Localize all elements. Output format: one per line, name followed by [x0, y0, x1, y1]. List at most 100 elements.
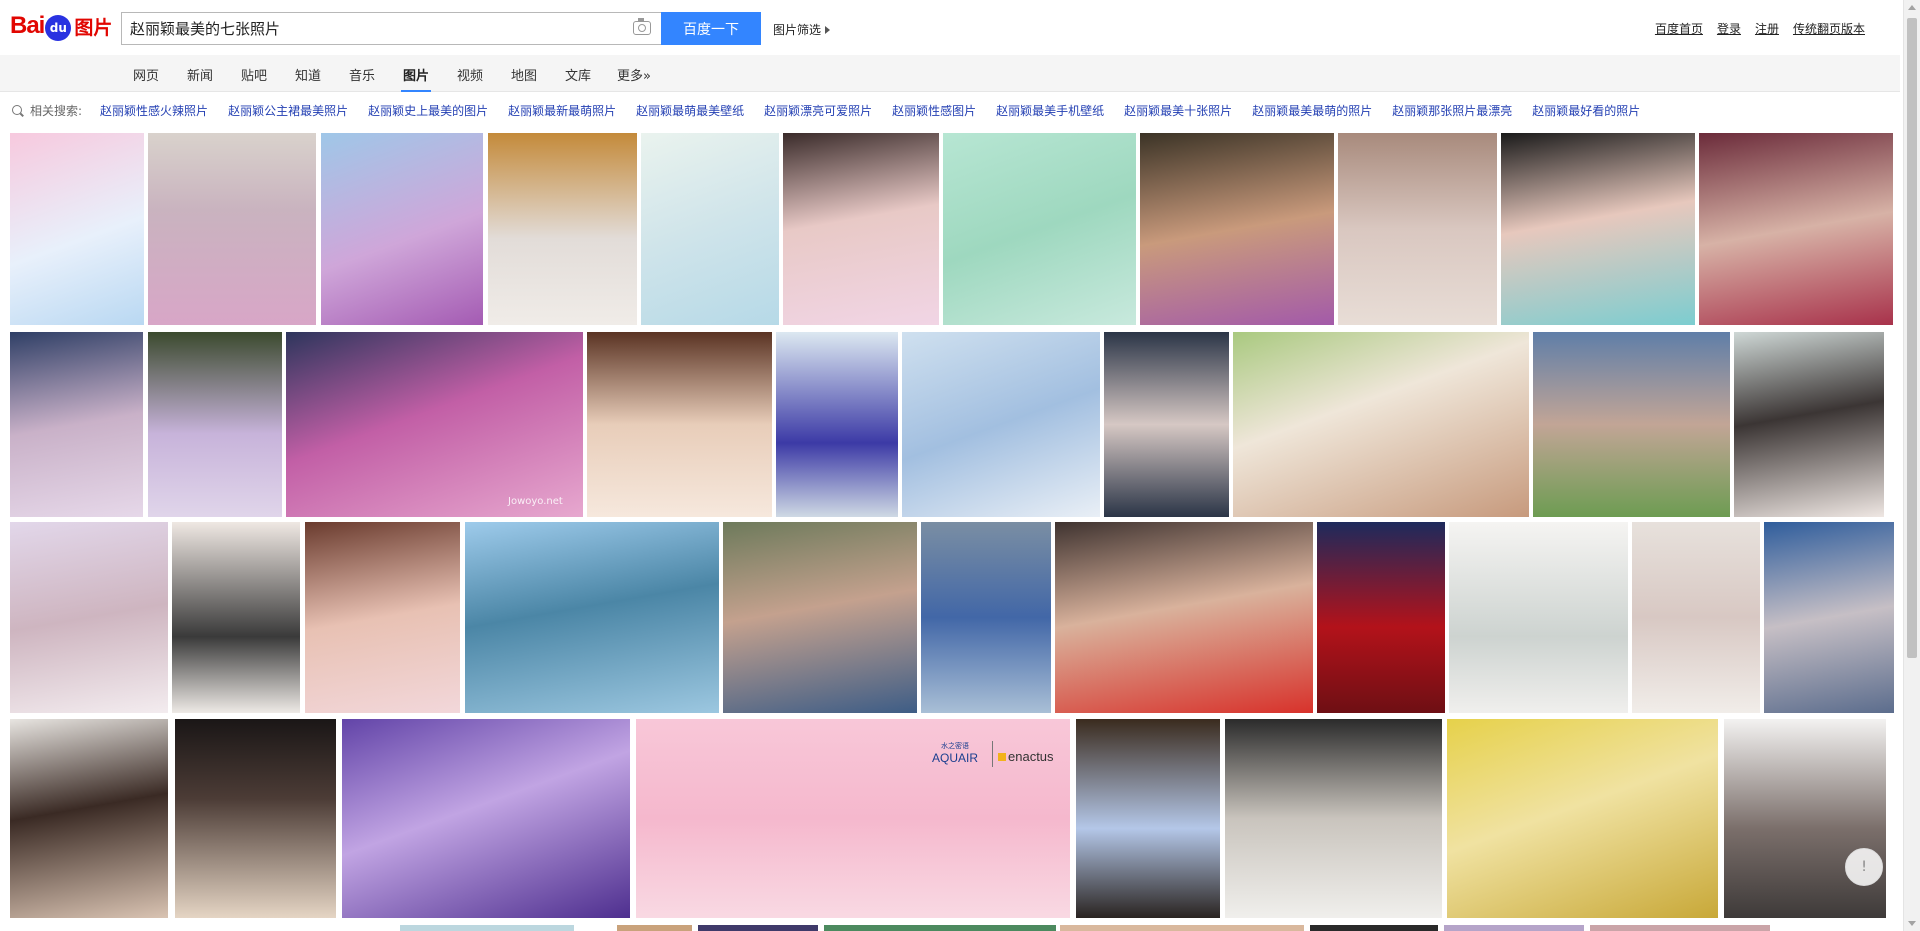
nav-item-web[interactable]: 网页 [133, 65, 159, 84]
image-result[interactable] [617, 925, 692, 931]
vertical-scrollbar[interactable] [1903, 0, 1920, 931]
image-result[interactable] [641, 133, 779, 325]
image-result[interactable] [148, 133, 316, 325]
triangle-right-icon [825, 25, 831, 34]
scroll-up-arrow-icon[interactable] [1908, 5, 1916, 10]
related-link[interactable]: 赵丽颖最美最萌的照片 [1252, 102, 1372, 119]
image-result[interactable] [342, 719, 630, 918]
nav-item-tieba[interactable]: 贴吧 [241, 65, 267, 84]
ad-partner-logo: enactus [998, 749, 1054, 764]
image-result[interactable] [175, 719, 336, 918]
ad-brand-cn: 水之密语 [941, 743, 969, 750]
nav-item-images[interactable]: 图片 [400, 65, 432, 92]
image-result[interactable] [1734, 332, 1884, 517]
ad-brand-name: AQUAIR [932, 751, 979, 765]
image-result[interactable] [1533, 332, 1730, 517]
image-result[interactable] [902, 332, 1100, 517]
image-result[interactable] [824, 925, 1056, 931]
image-result[interactable] [10, 719, 168, 918]
image-result[interactable] [943, 133, 1136, 325]
image-result[interactable] [1724, 719, 1886, 918]
scroll-down-arrow-icon[interactable] [1908, 921, 1916, 926]
image-result[interactable] [172, 522, 300, 713]
image-result[interactable] [1225, 719, 1442, 918]
image-result[interactable] [148, 332, 282, 517]
related-link[interactable]: 赵丽颖性感火辣照片 [100, 102, 208, 119]
search-icon [12, 105, 22, 115]
related-link[interactable]: 赵丽颖漂亮可爱照片 [764, 102, 872, 119]
scrollbar-thumb[interactable] [1907, 18, 1917, 658]
image-result[interactable] [10, 133, 144, 325]
toplink-classic-version[interactable]: 传统翻页版本 [1793, 20, 1865, 37]
related-link[interactable]: 赵丽颖最萌最美壁纸 [636, 102, 744, 119]
toplink-login[interactable]: 登录 [1717, 20, 1741, 37]
related-link[interactable]: 赵丽颖最好看的照片 [1532, 102, 1640, 119]
image-result[interactable] [400, 925, 574, 931]
image-result[interactable] [321, 133, 483, 325]
nav-item-video[interactable]: 视频 [457, 65, 483, 84]
related-link[interactable]: 赵丽颖最美手机壁纸 [996, 102, 1104, 119]
image-result[interactable] [1317, 522, 1445, 713]
nav-item-more[interactable]: 更多» [617, 65, 651, 84]
image-result[interactable] [305, 522, 460, 713]
image-result[interactable] [488, 133, 637, 325]
related-link[interactable]: 赵丽颖性感图片 [892, 102, 976, 119]
camera-icon[interactable] [633, 18, 651, 35]
nav-item-music[interactable]: 音乐 [349, 65, 375, 84]
baidu-image-logo[interactable]: Bai du 图片 [10, 8, 112, 44]
related-link[interactable]: 赵丽颖最新最萌照片 [508, 102, 616, 119]
image-result[interactable] [1447, 719, 1718, 918]
image-result[interactable] [465, 522, 719, 713]
image-result[interactable] [1444, 925, 1584, 931]
image-result[interactable] [1055, 522, 1313, 713]
enactus-mark-icon [998, 753, 1006, 761]
related-label: 相关搜索: [30, 103, 83, 118]
search-box [121, 12, 661, 45]
image-result[interactable] [1338, 133, 1497, 325]
image-result[interactable]: Jowoyo.net [286, 332, 583, 517]
related-link[interactable]: 赵丽颖那张照片最漂亮 [1392, 102, 1512, 119]
image-result[interactable] [1233, 332, 1529, 517]
toplink-home[interactable]: 百度首页 [1655, 20, 1703, 37]
image-result[interactable] [783, 133, 939, 325]
image-result[interactable] [723, 522, 917, 713]
logo-bai: Bai [10, 12, 45, 39]
image-result[interactable] [1104, 332, 1229, 517]
toplink-register[interactable]: 注册 [1755, 20, 1779, 37]
image-filter-label: 图片筛选 [773, 23, 822, 37]
feedback-icon: ! [1861, 859, 1867, 875]
image-result[interactable] [1060, 925, 1304, 931]
logo-pic-text: 图片 [74, 16, 113, 39]
image-result[interactable] [698, 925, 818, 931]
logo-paw-icon: du [45, 15, 72, 41]
related-link[interactable]: 赵丽颖史上最美的图片 [368, 102, 488, 119]
image-result[interactable]: 水之密语 AQUAIR enactus [636, 719, 1070, 918]
image-result[interactable] [1590, 925, 1770, 931]
image-result[interactable] [587, 332, 772, 517]
search-button[interactable]: 百度一下 [661, 12, 761, 45]
image-result[interactable] [10, 332, 143, 517]
nav-item-zhidao[interactable]: 知道 [295, 65, 321, 84]
nav-item-map[interactable]: 地图 [511, 65, 537, 84]
image-result[interactable] [1764, 522, 1894, 713]
image-result[interactable] [1632, 522, 1760, 713]
nav-item-news[interactable]: 新闻 [187, 65, 213, 84]
image-result[interactable] [1076, 719, 1220, 918]
image-result[interactable] [10, 522, 168, 713]
image-filter-link[interactable]: 图片筛选 [773, 21, 831, 38]
image-result[interactable] [921, 522, 1051, 713]
image-result[interactable] [1699, 133, 1893, 325]
ad-divider [992, 741, 993, 767]
feedback-button[interactable]: ! [1845, 848, 1883, 886]
nav-item-wenku[interactable]: 文库 [565, 65, 591, 84]
image-result[interactable] [1501, 133, 1695, 325]
related-link[interactable]: 赵丽颖最美十张照片 [1124, 102, 1232, 119]
image-result[interactable] [1449, 522, 1628, 713]
image-result[interactable] [776, 332, 898, 517]
watermark-text: Jowoyo.net [508, 496, 563, 507]
nav-bar: 网页 新闻 贴吧 知道 音乐 图片 视频 地图 文库 更多» [0, 55, 1900, 92]
related-link[interactable]: 赵丽颖公主裙最美照片 [228, 102, 348, 119]
image-result[interactable] [1140, 133, 1334, 325]
search-input[interactable] [122, 13, 602, 44]
image-result[interactable] [1310, 925, 1438, 931]
